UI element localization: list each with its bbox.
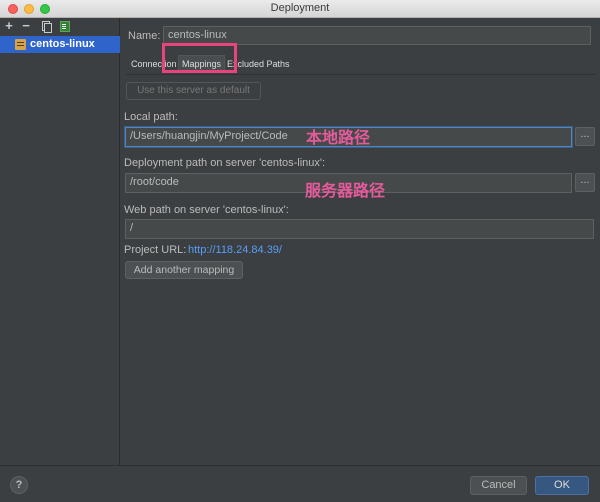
sidebar-item-label: centos-linux [30, 38, 95, 50]
project-url-link[interactable]: http://118.24.84.39/ [188, 244, 282, 256]
window-titlebar: Deployment [0, 0, 600, 18]
local-path-label: Local path: [124, 111, 178, 123]
help-icon[interactable]: ? [10, 476, 28, 494]
server-path-annotation: 服务器路径 [305, 181, 386, 200]
web-path-input[interactable]: / [125, 219, 594, 239]
dialog-footer: ? Cancel OK [0, 465, 600, 502]
use-as-default-icon[interactable] [58, 19, 70, 33]
add-another-mapping-button[interactable]: Add another mapping [125, 261, 243, 279]
ok-button[interactable]: OK [535, 476, 589, 495]
project-url-label: Project URL: [124, 244, 187, 256]
mappings-tab-highlight [162, 43, 237, 73]
deployment-path-browse-button[interactable]: ... [575, 173, 595, 192]
sidebar-item-centos-linux[interactable]: centos-linux [0, 36, 120, 53]
web-path-label: Web path on server 'centos-linux': [124, 204, 289, 216]
remove-icon[interactable]: − [20, 19, 32, 33]
server-config-icon [15, 39, 26, 50]
server-sidebar: + − centos-linux [0, 18, 120, 465]
local-path-annotation: 本地路径 [306, 128, 371, 147]
server-settings-panel: Name: centos-linux Connection Mappings E… [121, 18, 600, 465]
local-path-browse-button[interactable]: ... [575, 127, 595, 146]
name-label: Name: [128, 30, 161, 42]
deployment-path-label: Deployment path on server 'centos-linux'… [124, 157, 326, 169]
add-icon[interactable]: + [3, 19, 15, 33]
copy-icon[interactable] [40, 19, 52, 33]
tabs-divider [126, 74, 596, 75]
use-as-default-button[interactable]: Use this server as default [126, 82, 261, 100]
cancel-button[interactable]: Cancel [470, 476, 527, 495]
sidebar-toolbar: + − [0, 18, 120, 35]
window-title: Deployment [270, 2, 330, 14]
